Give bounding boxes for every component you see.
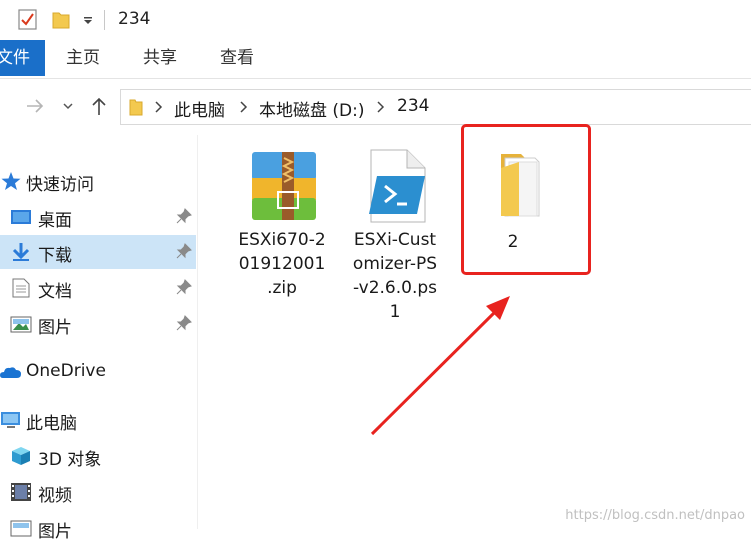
navigation-pane: 快速访问 桌面 下载 文档 图片 OneDrive 此电脑 3D 对象 视频 图… — [0, 135, 196, 542]
film-strip-icon — [11, 483, 31, 501]
tab-share[interactable]: 共享 — [133, 40, 187, 76]
star-icon — [1, 172, 21, 190]
window-title: 234 — [118, 9, 151, 29]
tab-home[interactable]: 主页 — [56, 40, 110, 76]
tab-view[interactable]: 查看 — [210, 40, 264, 76]
sidebar-item-documents[interactable]: 文档 — [0, 271, 196, 305]
title-bar: 234 — [0, 0, 751, 40]
up-button[interactable] — [86, 92, 112, 120]
sidebar-item-onedrive[interactable]: OneDrive — [0, 355, 196, 389]
pane-divider[interactable] — [197, 135, 198, 529]
sidebar-item-quick-access[interactable]: 快速访问 — [0, 164, 196, 198]
file-name: ESXi-Cust omizer-PS -v2.6.0.ps 1 — [352, 230, 438, 322]
pin-icon[interactable] — [176, 208, 192, 224]
folder-icon — [129, 99, 143, 116]
pin-icon[interactable] — [176, 315, 192, 331]
breadcrumb-this-pc[interactable]: 此电脑 — [174, 96, 225, 121]
check-properties-icon[interactable] — [18, 9, 38, 31]
breadcrumb-local-disk[interactable]: 本地磁盘 (D:) — [259, 96, 365, 121]
navigation-bar: 此电脑 本地磁盘 (D:) 234 — [0, 79, 751, 135]
forward-arrow-icon — [27, 99, 44, 113]
picture-icon — [10, 520, 32, 537]
breadcrumb-chevron-icon[interactable] — [153, 99, 163, 115]
pin-icon[interactable] — [176, 243, 192, 259]
zip-archive-icon — [242, 148, 322, 228]
download-arrow-icon — [12, 243, 30, 261]
desktop-icon — [11, 210, 31, 224]
breadcrumb-current-folder[interactable]: 234 — [397, 96, 429, 116]
breadcrumb-chevron-icon[interactable] — [238, 99, 248, 115]
sidebar-item-downloads[interactable]: 下载 — [0, 235, 196, 269]
watermark: https://blog.csdn.net/dnpao — [565, 508, 745, 523]
sidebar-item-pictures[interactable]: 图片 — [0, 307, 196, 341]
sidebar-item-this-pc[interactable]: 此电脑 — [0, 403, 196, 437]
ribbon-tabs: 文件 主页 共享 查看 — [0, 40, 751, 79]
breadcrumb-chevron-icon[interactable] — [375, 99, 385, 115]
powershell-script-icon — [355, 148, 435, 228]
recent-locations-button[interactable] — [57, 92, 79, 120]
sidebar-item-pictures-pc[interactable]: 图片 — [0, 511, 196, 545]
address-bar[interactable]: 此电脑 本地磁盘 (D:) 234 — [120, 89, 751, 125]
computer-icon — [1, 412, 20, 428]
tab-file[interactable]: 文件 — [0, 40, 45, 76]
title-separator — [104, 10, 105, 30]
file-item-zip[interactable]: ESXi670-2 01912001 .zip — [228, 148, 336, 300]
customize-toolbar-dropdown-icon[interactable] — [83, 16, 93, 26]
highlight-box — [461, 124, 591, 275]
sidebar-item-3d-objects[interactable]: 3D 对象 — [0, 439, 196, 473]
cloud-icon — [0, 367, 21, 378]
sidebar-item-videos[interactable]: 视频 — [0, 475, 196, 509]
new-folder-icon[interactable] — [52, 10, 70, 30]
chevron-down-icon — [63, 103, 73, 110]
up-arrow-icon — [92, 97, 106, 115]
pin-icon[interactable] — [176, 279, 192, 295]
picture-icon — [10, 316, 32, 333]
3d-cube-icon — [12, 447, 30, 465]
file-name: ESXi670-2 01912001 .zip — [238, 230, 326, 298]
sidebar-item-desktop[interactable]: 桌面 — [0, 200, 196, 234]
document-icon — [12, 278, 30, 298]
forward-button[interactable] — [22, 92, 48, 120]
file-item-ps1[interactable]: ESXi-Cust omizer-PS -v2.6.0.ps 1 — [341, 148, 449, 324]
